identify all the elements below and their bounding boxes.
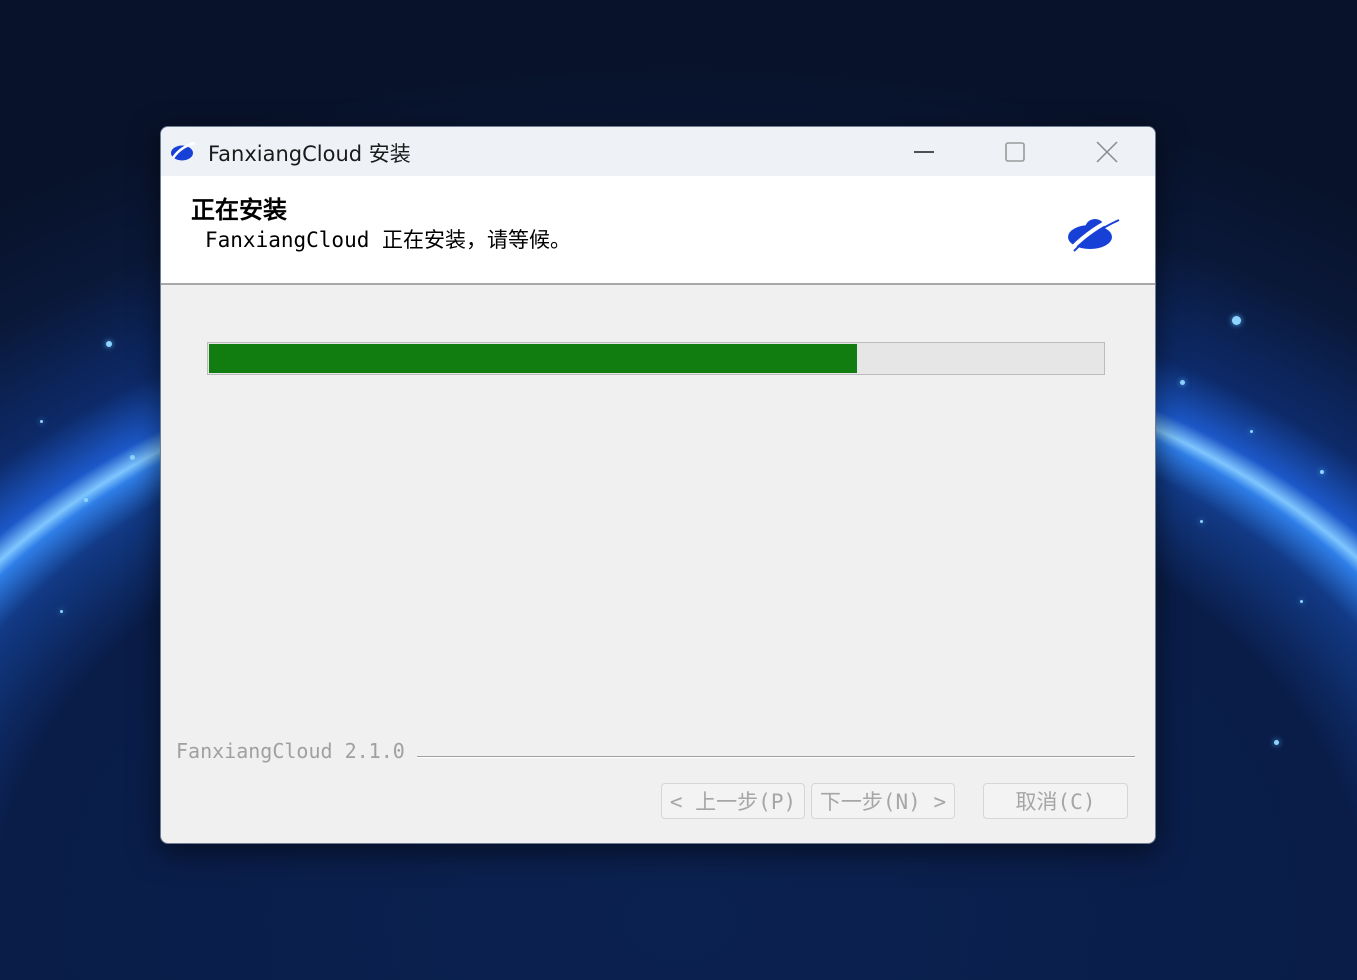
wallpaper-star bbox=[1180, 380, 1185, 385]
app-logo-icon bbox=[171, 141, 196, 161]
cancel-button[interactable]: 取消(C) bbox=[983, 783, 1128, 819]
wallpaper-star bbox=[1320, 470, 1324, 474]
close-button[interactable] bbox=[1061, 127, 1153, 176]
header-panel: 正在安装 FanxiangCloud 正在安装，请等候。 bbox=[161, 176, 1155, 285]
close-icon bbox=[1096, 140, 1118, 163]
page-subtitle: FanxiangCloud 正在安装，请等候。 bbox=[205, 228, 572, 252]
wallpaper-star bbox=[1250, 430, 1253, 433]
wallpaper-star bbox=[84, 498, 88, 502]
page-title: 正在安装 bbox=[191, 196, 287, 224]
wallpaper-star bbox=[1232, 316, 1241, 325]
installer-window: FanxiangCloud 安装 正在安装 FanxiangCloud 正在安装… bbox=[160, 126, 1156, 844]
wallpaper-star bbox=[106, 341, 112, 347]
version-label: FanxiangCloud 2.1.0 bbox=[176, 739, 405, 763]
back-button[interactable]: < 上一步(P) bbox=[661, 783, 805, 819]
fanxiangcloud-logo-icon bbox=[1068, 215, 1120, 252]
maximize-button[interactable] bbox=[969, 127, 1061, 176]
wallpaper-star bbox=[1300, 600, 1303, 603]
progress-fill bbox=[209, 344, 857, 373]
wallpaper-star bbox=[40, 420, 43, 423]
next-button[interactable]: 下一步(N) > bbox=[811, 783, 955, 819]
minimize-button[interactable] bbox=[878, 127, 970, 176]
wallpaper-star bbox=[60, 610, 63, 613]
wallpaper-star bbox=[1200, 520, 1203, 523]
footer-divider bbox=[417, 756, 1135, 758]
minimize-icon bbox=[914, 150, 934, 153]
wallpaper-star bbox=[1274, 740, 1279, 745]
title-bar[interactable]: FanxiangCloud 安装 bbox=[161, 127, 1155, 176]
maximize-icon bbox=[1005, 141, 1025, 162]
wallpaper-star bbox=[130, 455, 135, 460]
install-progress-bar bbox=[207, 342, 1105, 375]
window-title: FanxiangCloud 安装 bbox=[208, 142, 411, 166]
